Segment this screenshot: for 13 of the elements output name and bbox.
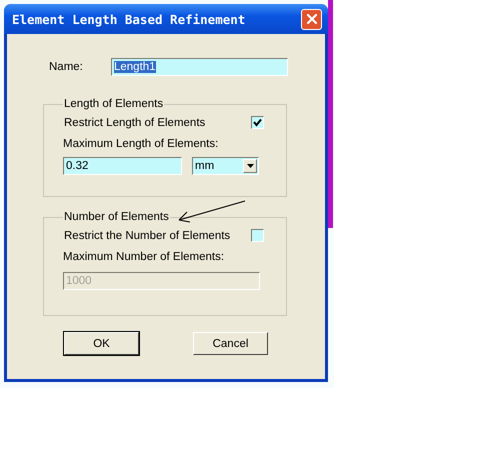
ok-button[interactable]: OK (64, 332, 139, 355)
unit-dropdown[interactable]: mm (192, 157, 259, 175)
checkbox-label: Restrict Length of Elements (64, 116, 206, 128)
group-title: Number of Elements (63, 211, 170, 223)
field-label: Maximum Number of Elements: (63, 251, 226, 263)
name-label: Name: (49, 61, 84, 73)
name-field[interactable]: Length1 (111, 58, 288, 76)
field-label: Maximum Length of Elements: (63, 138, 220, 150)
cancel-button[interactable]: Cancel (193, 332, 268, 355)
checkbox-label: Restrict the Number of Elements (64, 230, 230, 242)
length-field[interactable]: 0.32 (63, 157, 182, 175)
window-title: Element Length Based Refinement (12, 12, 246, 26)
group-title: Length of Elements (63, 98, 164, 110)
